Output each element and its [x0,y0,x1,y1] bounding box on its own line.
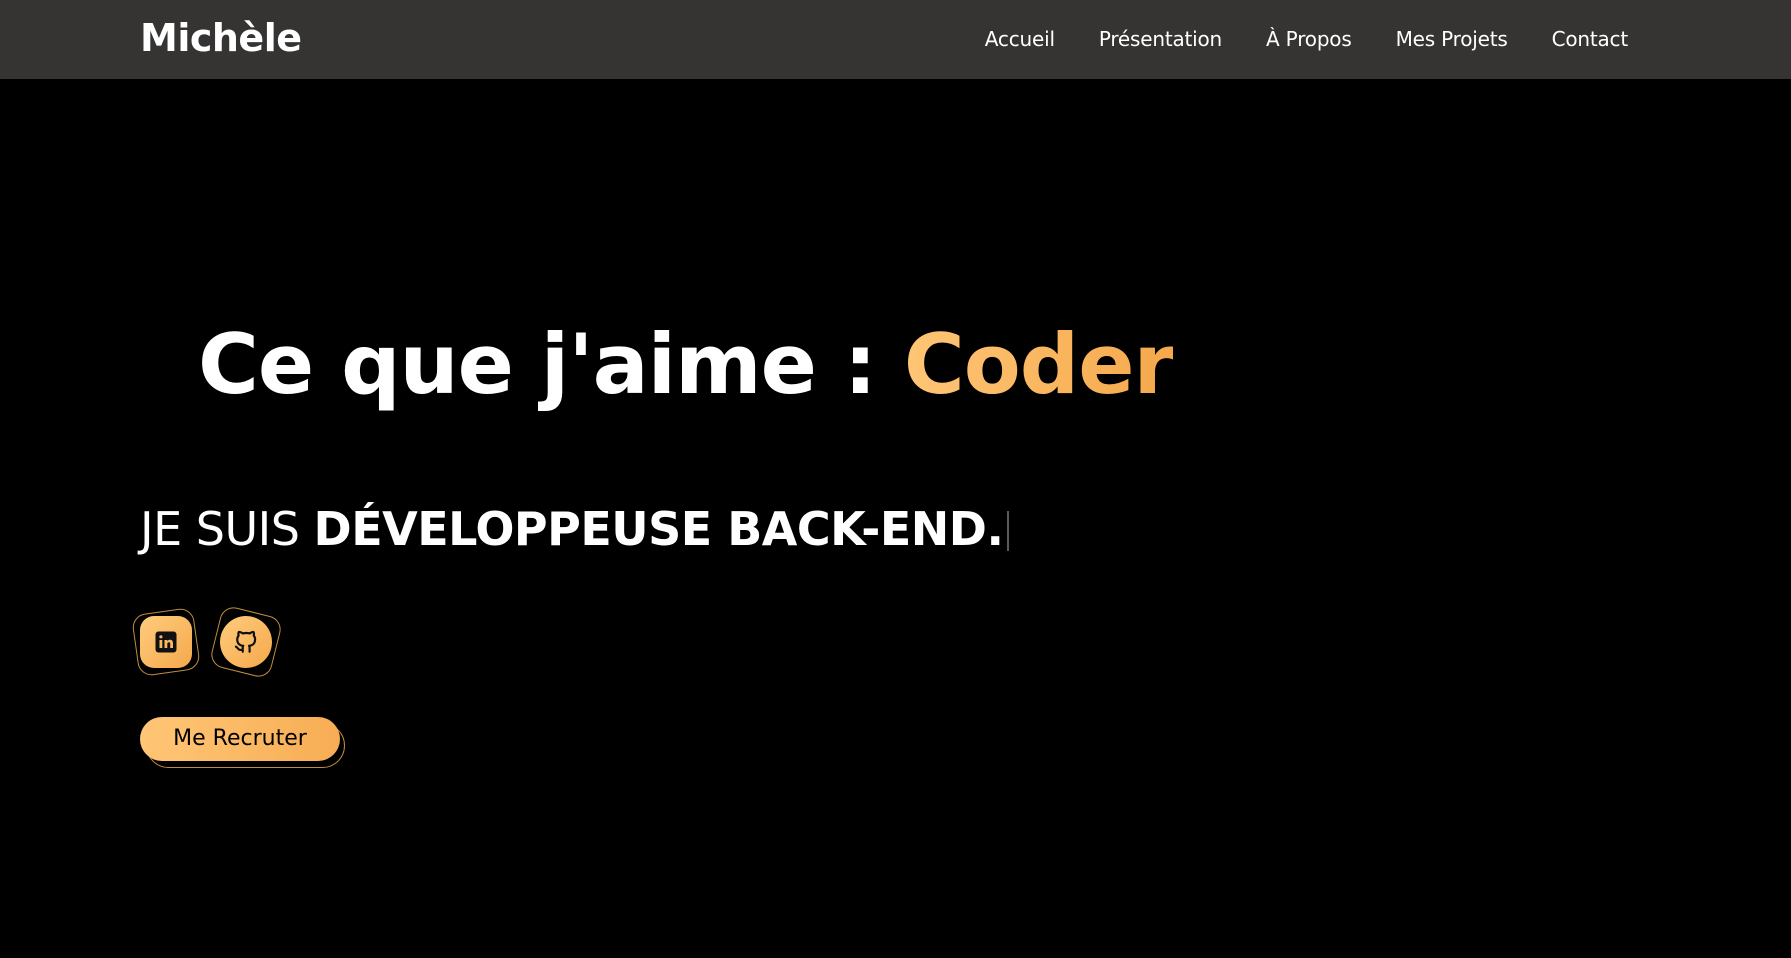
linkedin-icon [140,616,192,668]
hero-title: Ce que j'aime : Coder [198,310,1175,420]
nav-link-a-propos[interactable]: À Propos [1266,22,1352,56]
brand-logo[interactable]: Michèle [140,14,302,62]
hero-title-accent: Coder [903,316,1175,413]
subtitle-light: JE SUIS [140,502,314,556]
github-icon [220,616,272,668]
main-nav: Accueil Présentation À Propos Mes Projet… [941,22,1628,56]
nav-link-accueil[interactable]: Accueil [985,22,1055,56]
navbar: Michèle Accueil Présentation À Propos Me… [0,0,1791,79]
cta-wrapper: Me Recruter [140,717,345,769]
hire-me-button[interactable]: Me Recruter [140,717,340,761]
hero-title-prefix: Ce que j'aime : [198,316,904,413]
linkedin-button[interactable] [130,606,202,678]
typing-cursor [1007,511,1010,551]
nav-link-contact[interactable]: Contact [1552,22,1629,56]
subtitle-strong: DÉVELOPPEUSE BACK-END. [313,502,1004,556]
nav-link-presentation[interactable]: Présentation [1099,22,1222,56]
hero-subtitle: JE SUIS DÉVELOPPEUSE BACK-END. [140,500,1010,558]
nav-link-mes-projets[interactable]: Mes Projets [1396,22,1508,56]
github-button[interactable] [208,604,284,680]
